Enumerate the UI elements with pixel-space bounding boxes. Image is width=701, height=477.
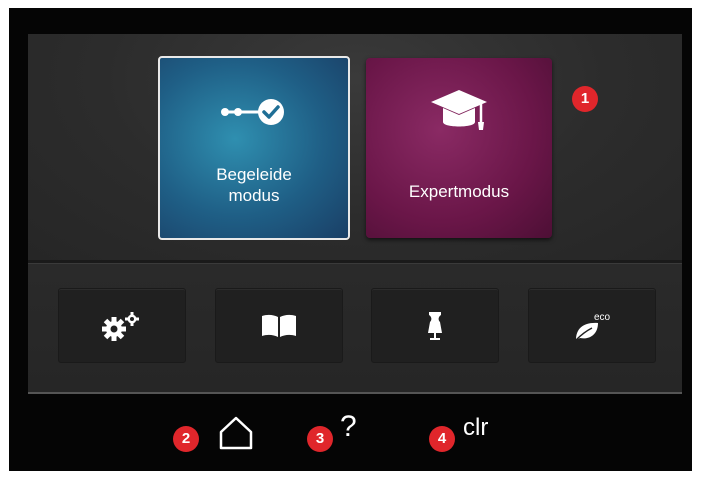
home-icon — [219, 416, 253, 450]
expert-mode-label: Expertmodus — [408, 182, 510, 201]
device-display — [9, 8, 692, 471]
tutorial-book-button[interactable] — [215, 288, 343, 363]
callout-badge-1: 1 — [572, 86, 598, 112]
settings-button[interactable] — [58, 288, 186, 363]
sewing-consultant-button[interactable] — [371, 288, 499, 363]
dress-form-icon — [428, 311, 442, 340]
graduation-cap-icon — [431, 90, 487, 130]
help-button[interactable]: ? — [340, 409, 357, 445]
callout-badge-4: 4 — [429, 426, 455, 452]
eco-text: eco — [594, 312, 611, 323]
callout-badge-2: 2 — [173, 426, 199, 452]
settings-gears-icon — [102, 311, 139, 341]
clear-button[interactable]: clr — [463, 414, 488, 442]
guided-steps-icon — [221, 99, 284, 125]
home-button[interactable] — [216, 414, 256, 452]
book-icon — [262, 314, 296, 337]
eco-mode-button[interactable]: eco — [528, 288, 656, 363]
guided-mode-label: Begeleide modus — [160, 164, 348, 206]
screen-bottom-edge — [28, 392, 682, 394]
mode-selection-area — [28, 34, 682, 260]
guided-mode-label-line1: Begeleide — [216, 165, 292, 184]
guided-mode-label-line2: modus — [228, 186, 280, 205]
callout-badge-3: 3 — [307, 426, 333, 452]
eco-leaf-icon: eco — [575, 312, 611, 341]
expert-mode-tile[interactable]: Expertmodus — [366, 58, 552, 238]
guided-mode-tile[interactable]: Begeleide modus — [158, 56, 350, 240]
